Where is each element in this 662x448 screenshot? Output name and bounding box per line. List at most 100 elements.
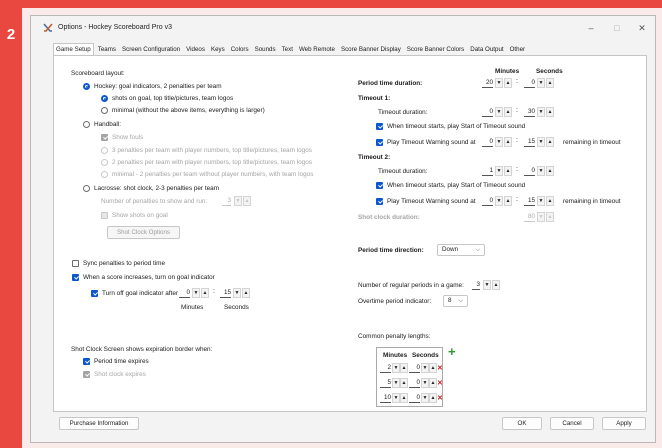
window-title: Options - Hockey Scoreboard Pro v3 (58, 24, 172, 31)
handball-3-penalties-radio[interactable] (101, 147, 108, 154)
handball-minimal-radio[interactable] (101, 171, 108, 178)
timeout2-seconds-up-icon[interactable]: ▲ (546, 166, 554, 176)
hockey-radio[interactable] (83, 83, 90, 90)
timeout2-warning-checkbox[interactable] (376, 198, 383, 205)
turn-off-minutes-down-icon[interactable]: ▼ (192, 288, 200, 298)
seconds-caption: Seconds (224, 304, 249, 311)
timeout2-seconds-down-icon[interactable]: ▼ (537, 166, 545, 176)
add-penalty-icon[interactable]: + (448, 344, 456, 359)
penalty2-minutes-up-icon[interactable]: ▲ (400, 378, 408, 388)
chevron-down-icon: ⌵ (475, 247, 480, 253)
hockey-shots-radio[interactable] (101, 95, 108, 102)
timeout2-warn-minutes-down-icon[interactable]: ▼ (495, 196, 503, 206)
period-minutes-up-icon[interactable]: ▲ (504, 78, 512, 88)
timeout1-minutes-down-icon[interactable]: ▼ (495, 107, 503, 117)
penalty-minutes-header: Minutes (383, 352, 408, 359)
time-separator: : (516, 196, 518, 203)
crossed-hockey-sticks-icon (43, 23, 53, 32)
overtime-indicator-dropdown[interactable]: 8 ⌵ (443, 295, 468, 307)
hockey-label: Hockey: goal indicators, 2 penalties per… (94, 83, 222, 90)
penalty3-seconds-down-icon[interactable]: ▼ (421, 393, 429, 403)
period-direction-dropdown[interactable]: Down ⌵ (437, 244, 485, 256)
handball-2-penalties-label: 2 penalties per team with player numbers… (112, 159, 312, 166)
chevron-down-icon: ⌵ (458, 298, 463, 304)
timeout1-warn-minutes-up-icon[interactable]: ▲ (504, 137, 512, 147)
cancel-button[interactable]: Cancel (550, 417, 594, 430)
timeout1-minutes-up-icon[interactable]: ▲ (504, 107, 512, 117)
purchase-information-button[interactable]: Purchase Information (59, 417, 139, 430)
period-direction-label: Period time direction: (358, 247, 424, 254)
penalty1-seconds-up-icon[interactable]: ▲ (429, 363, 437, 373)
penalty3-minutes-down-icon[interactable]: ▼ (392, 393, 400, 403)
handball-minimal-label: minimal - 2 penalties per team without p… (112, 171, 314, 178)
timeout1-warn-seconds-down-icon[interactable]: ▼ (537, 137, 545, 147)
timeout1-start-sound-checkbox[interactable] (376, 123, 383, 130)
apply-button[interactable]: Apply (602, 417, 646, 430)
timeout1-warn-seconds-up-icon[interactable]: ▲ (546, 137, 554, 147)
turn-off-goal-checkbox[interactable] (91, 290, 98, 297)
shot-clock-border-label: Shot Clock Screen shows expiration borde… (71, 346, 213, 353)
penalty2-seconds-down-icon[interactable]: ▼ (421, 378, 429, 388)
regular-periods-up-icon[interactable]: ▲ (492, 280, 500, 290)
regular-periods-down-icon[interactable]: ▼ (483, 280, 491, 290)
num-penalties-up-icon[interactable]: ▲ (243, 196, 251, 206)
show-shots-label: Show shots on goal (112, 212, 168, 219)
timeout2-warn-minutes-up-icon[interactable]: ▲ (504, 196, 512, 206)
timeout2-minutes-down-icon[interactable]: ▼ (495, 166, 503, 176)
timeout2-warn-seconds-down-icon[interactable]: ▼ (537, 196, 545, 206)
penalty1-minutes-up-icon[interactable]: ▲ (400, 363, 408, 373)
turn-off-seconds-down-icon[interactable]: ▼ (233, 288, 241, 298)
period-seconds-down-icon[interactable]: ▼ (537, 78, 545, 88)
shot-clock-down-icon[interactable]: ▼ (537, 212, 545, 222)
timeout2-start-sound-checkbox[interactable] (376, 182, 383, 189)
penalty2-seconds-up-icon[interactable]: ▲ (429, 378, 437, 388)
delete-penalty3-icon[interactable]: ✕ (437, 394, 443, 402)
hockey-minimal-label: minimal (without the above items, everyt… (112, 107, 265, 114)
maximize-button[interactable]: □ (609, 20, 625, 36)
close-button[interactable]: ✕ (634, 20, 650, 36)
delete-penalty1-icon[interactable]: ✕ (437, 364, 443, 372)
timeout1-duration-label: Timeout duration: (378, 109, 428, 116)
score-increase-checkbox[interactable] (72, 274, 79, 281)
period-seconds-up-icon[interactable]: ▲ (546, 78, 554, 88)
show-fouls-checkbox[interactable] (101, 134, 108, 141)
timeout2-warning-label: Play Timeout Warning sound at (387, 198, 476, 205)
penalty3-seconds-up-icon[interactable]: ▲ (429, 393, 437, 403)
timeout1-warning-label: Play Timeout Warning sound at (387, 139, 476, 146)
delete-penalty2-icon[interactable]: ✕ (437, 379, 443, 387)
num-penalties-down-icon[interactable]: ▼ (234, 196, 242, 206)
handball-radio[interactable] (83, 121, 90, 128)
num-penalties-label: Number of penalties to show and run: (101, 198, 208, 205)
timeout2-minutes-up-icon[interactable]: ▲ (504, 166, 512, 176)
minimize-button[interactable]: – (583, 20, 599, 36)
hockey-minimal-radio[interactable] (101, 107, 108, 114)
timeout1-seconds-down-icon[interactable]: ▼ (537, 107, 545, 117)
timeout1-start-sound-label: When timeout starts, play Start of Timeo… (387, 123, 526, 130)
timeout1-warn-minutes-down-icon[interactable]: ▼ (495, 137, 503, 147)
time-separator: : (213, 288, 215, 295)
tab-game-setup[interactable]: Game Setup (53, 43, 94, 55)
hockey-shots-label: shots on goal, top title/pictures, team … (112, 95, 234, 102)
ok-button[interactable]: OK (502, 417, 542, 430)
penalty2-minutes-down-icon[interactable]: ▼ (392, 378, 400, 388)
period-time-expires-checkbox[interactable] (83, 358, 90, 365)
penalty1-minutes-down-icon[interactable]: ▼ (392, 363, 400, 373)
turn-off-seconds-up-icon[interactable]: ▲ (242, 288, 250, 298)
shot-clock-options-button[interactable]: Shot Clock Options (107, 226, 180, 239)
game-setup-panel: Scoreboard layout: Hockey: goal indicato… (53, 55, 647, 412)
penalty1-seconds-down-icon[interactable]: ▼ (421, 363, 429, 373)
shot-clock-up-icon[interactable]: ▲ (546, 212, 554, 222)
period-minutes-down-icon[interactable]: ▼ (495, 78, 503, 88)
timeout1-seconds-up-icon[interactable]: ▲ (546, 107, 554, 117)
show-shots-checkbox[interactable] (101, 212, 108, 219)
lacrosse-radio[interactable] (83, 185, 90, 192)
timeout1-warning-checkbox[interactable] (376, 139, 383, 146)
sync-penalties-checkbox[interactable] (72, 260, 79, 267)
shot-clock-expires-checkbox[interactable] (83, 371, 90, 378)
penalty-lengths-label: Common penalty lengths: (358, 333, 431, 340)
penalty3-minutes-up-icon[interactable]: ▲ (400, 393, 408, 403)
turn-off-minutes-up-icon[interactable]: ▲ (201, 288, 209, 298)
timeout2-warn-seconds-up-icon[interactable]: ▲ (546, 196, 554, 206)
period-duration-label: Period time duration: (358, 80, 423, 87)
handball-2-penalties-radio[interactable] (101, 159, 108, 166)
